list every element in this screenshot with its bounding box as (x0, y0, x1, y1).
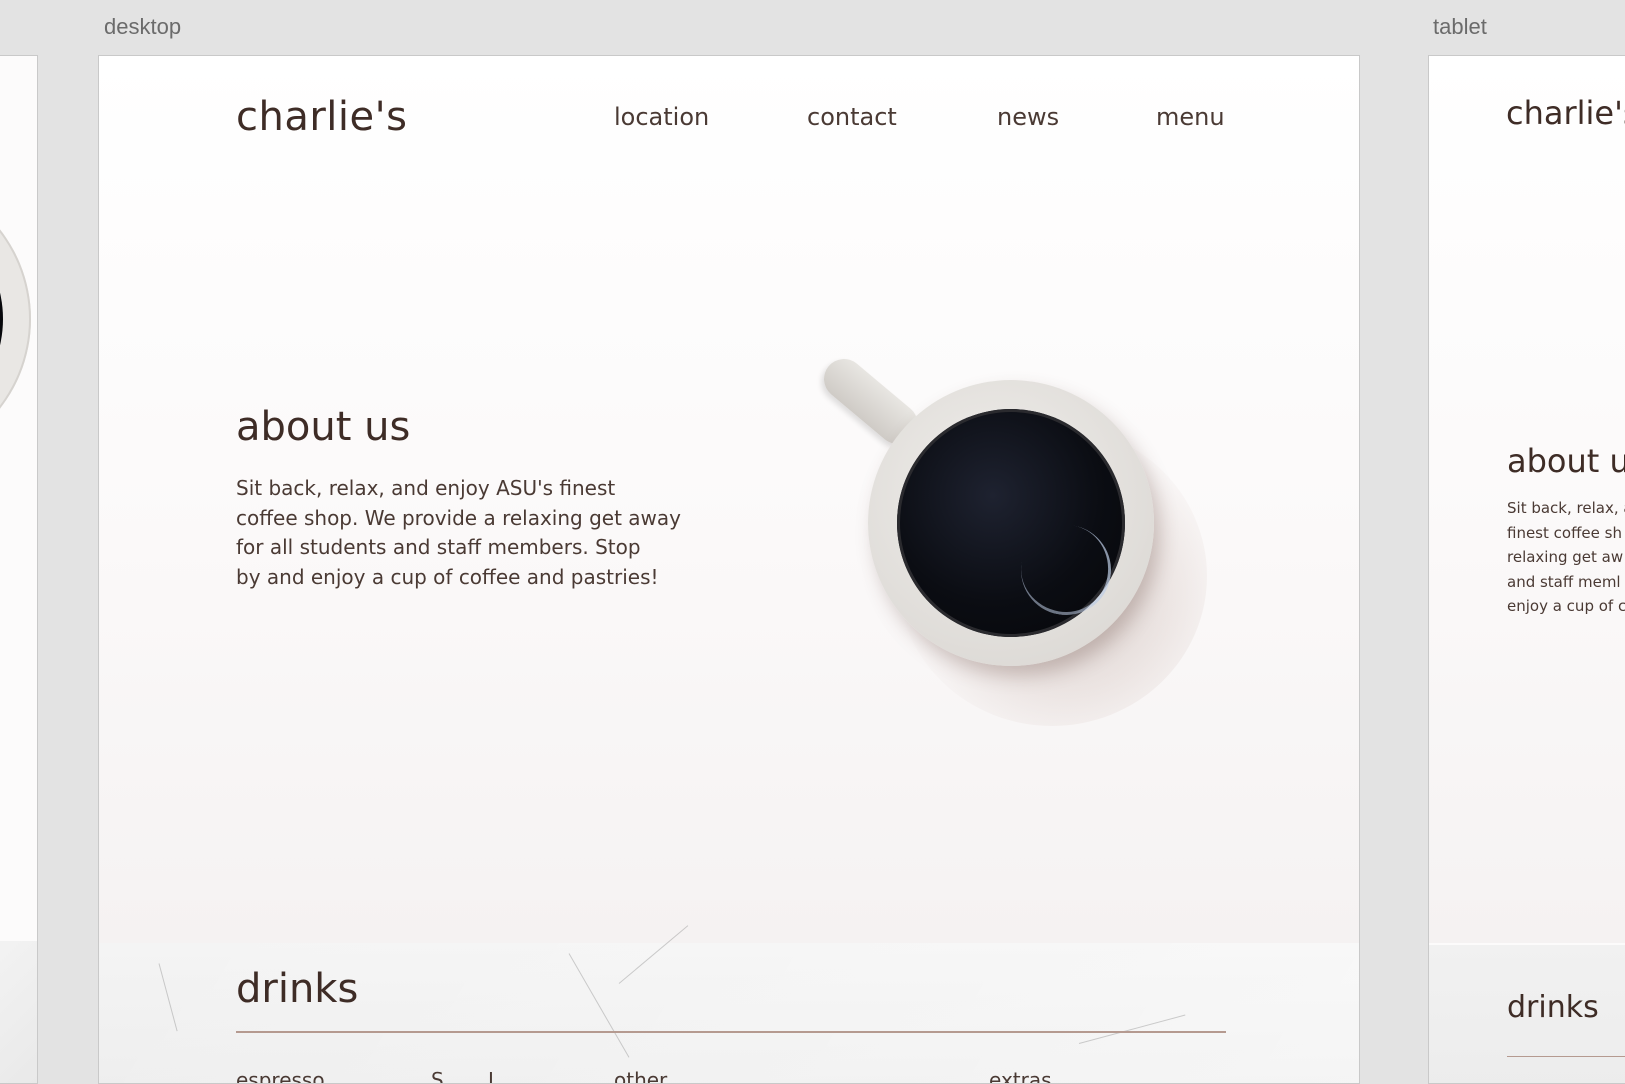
marble-vein (568, 953, 630, 1058)
nav-news[interactable]: news (997, 103, 1059, 131)
nav-contact[interactable]: contact (807, 103, 897, 131)
menu-column-size-large: L (488, 1068, 500, 1084)
brand-logo[interactable]: charlie's (1506, 94, 1625, 132)
about-line: by and enjoy a cup of coffee and pastrie… (236, 564, 659, 589)
nav-menu[interactable]: menu (1156, 103, 1225, 131)
marble-vein (1078, 1014, 1186, 1044)
coffee-surface (897, 409, 1125, 637)
about-heading: about u (1507, 442, 1625, 480)
coffee-cup-image (0, 174, 31, 464)
artboard-mobile-partial[interactable] (0, 55, 38, 1084)
about-line: enjoy a cup of c (1507, 597, 1625, 615)
menu-column-size-small: S (431, 1068, 444, 1084)
drinks-heading: drinks (236, 966, 359, 1012)
nav-location[interactable]: location (614, 103, 709, 131)
about-line: for all students and staff members. Stop (236, 535, 641, 559)
about-line: coffee shop. We provide a relaxing get a… (236, 505, 681, 530)
artboard-label-desktop[interactable]: desktop (104, 14, 181, 40)
artboard-label-tablet[interactable]: tablet (1433, 14, 1487, 40)
coffee-cup-image (868, 380, 1154, 666)
about-line: and staff meml (1507, 572, 1621, 591)
about-line: finest coffee sh (1507, 523, 1622, 542)
about-line: Sit back, relax, and enjoy ASU's finest (236, 476, 616, 500)
menu-column-other: other (614, 1068, 668, 1084)
menu-column-extras: extras (989, 1068, 1052, 1084)
about-paragraph: Sit back, relax, a finest coffee sh rela… (1507, 496, 1625, 619)
about-line: Sit back, relax, a (1507, 499, 1625, 517)
marble-vein (158, 963, 178, 1032)
about-heading: about us (236, 404, 411, 450)
drinks-divider (236, 1031, 1226, 1033)
brand-logo[interactable]: charlie's (236, 94, 407, 140)
about-line: relaxing get aw (1507, 548, 1624, 566)
drinks-section-background (99, 925, 1359, 1083)
artboard-tablet[interactable]: charlie's about u Sit back, relax, a fin… (1428, 55, 1625, 1084)
drinks-divider (1507, 1056, 1625, 1057)
marble-background (0, 941, 37, 1083)
about-paragraph: Sit back, relax, and enjoy ASU's finest … (236, 474, 696, 592)
drinks-heading: drinks (1507, 990, 1599, 1025)
menu-column-espresso: espresso (236, 1068, 325, 1084)
artboard-desktop[interactable]: charlie's location contact news menu abo… (98, 55, 1360, 1084)
coffee-reflection (1013, 517, 1119, 623)
